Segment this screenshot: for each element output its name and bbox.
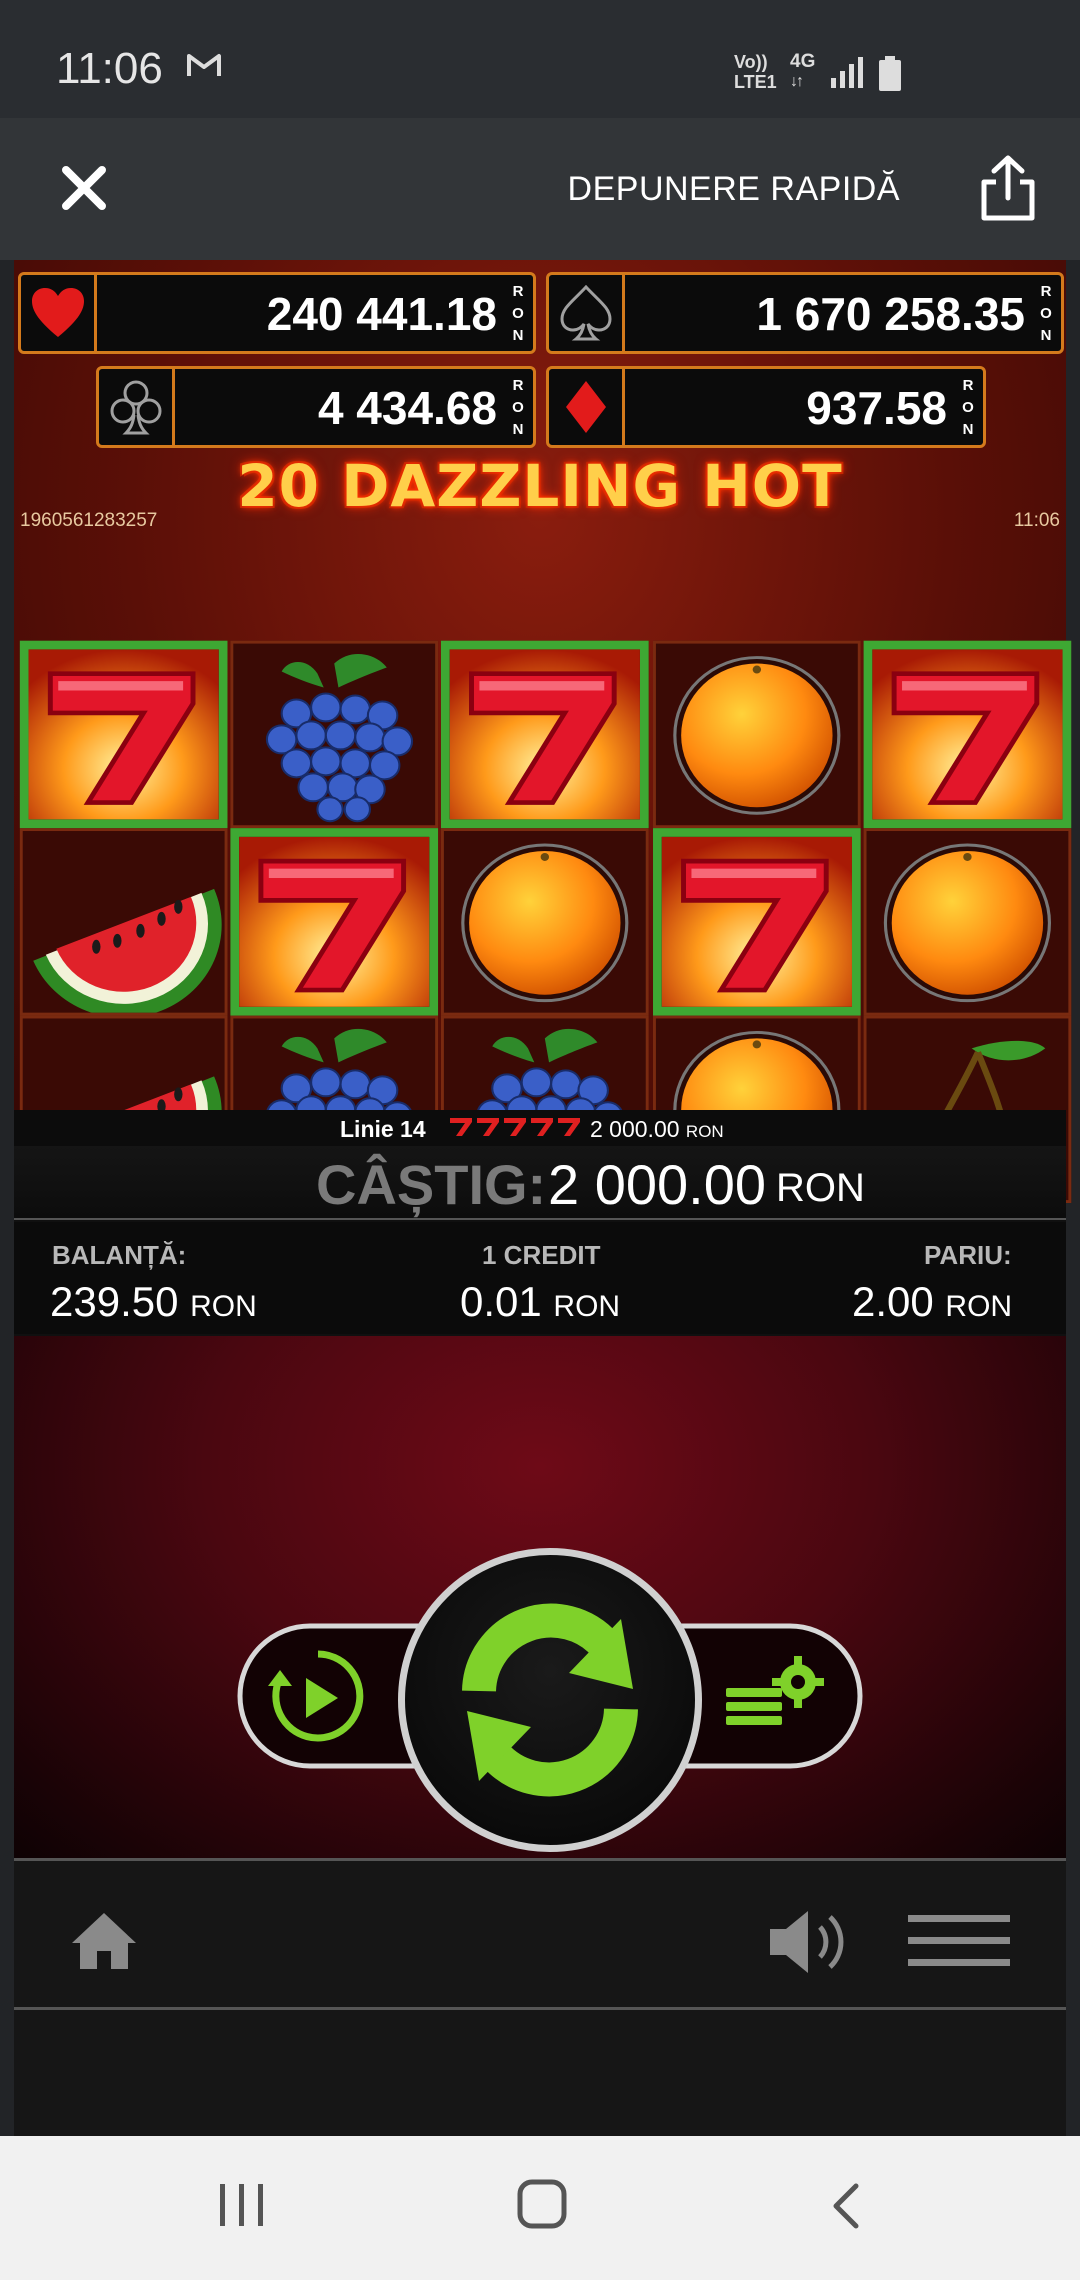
bet-label: PARIU: — [924, 1240, 1012, 1270]
autoplay-icon[interactable] — [266, 1646, 370, 1746]
sound-icon[interactable] — [768, 1907, 848, 1977]
share-icon[interactable] — [976, 154, 1040, 222]
balance-amount: 239.50 — [50, 1278, 179, 1325]
balance-label: BALANȚĂ: — [52, 1240, 187, 1270]
home-icon[interactable] — [516, 2178, 568, 2230]
bet-value: 2.00 RON — [852, 1278, 1012, 1326]
win-amount: 2 000.00 — [548, 1153, 766, 1216]
credit-currency: RON — [553, 1290, 621, 1323]
signal-icon — [831, 57, 863, 88]
reel-cell-seven — [230, 828, 439, 1016]
credit-value: 0.01 RON — [460, 1278, 620, 1326]
reel-cell-seven — [440, 640, 649, 829]
balance-currency: RON — [190, 1290, 257, 1323]
spin-icon — [462, 1603, 638, 1797]
winning-line-label: Linie 14 — [340, 1116, 426, 1142]
reel-cell-seven — [19, 640, 228, 829]
reel-cell-seven — [863, 640, 1072, 829]
status-time: 11:06 — [56, 44, 163, 93]
seven-icon — [239, 836, 430, 1007]
seven-icon — [28, 649, 219, 820]
gmail-icon — [187, 54, 221, 76]
credit-label: 1 CREDIT — [482, 1240, 601, 1270]
lte-label: LTE1 — [734, 72, 777, 92]
stats-bar: BALANȚĂ: 239.50 RON 1 CREDIT 0.01 RON PA… — [14, 1222, 1066, 1334]
recents-icon[interactable] — [218, 2182, 266, 2228]
close-icon[interactable] — [58, 162, 110, 214]
bet-settings-icon[interactable] — [724, 1654, 824, 1740]
balance-value: 239.50 RON — [50, 1278, 257, 1326]
credit-amount: 0.01 — [460, 1278, 542, 1325]
reel-cell-orange — [653, 640, 861, 829]
reel-cell-orange — [863, 828, 1072, 1016]
home-icon[interactable] — [70, 1911, 138, 1971]
battery-icon — [879, 56, 901, 91]
winning-line-value: 2 000.00 RON — [590, 1116, 724, 1143]
quick-deposit-button[interactable]: DEPUNERE RAPIDĂ — [568, 170, 900, 209]
status-bar: 11:06 Vo)) LTE1 4G ↓↑ — [0, 0, 1080, 118]
orange-icon — [461, 843, 629, 1003]
reel-cell-grapes — [230, 640, 439, 829]
network-type-label: 4G — [790, 51, 816, 72]
sevens-icon — [450, 1118, 580, 1136]
seven-icon — [661, 836, 852, 1007]
grapes-icon — [265, 654, 414, 823]
bet-amount: 2.00 — [852, 1278, 934, 1325]
spin-button[interactable] — [398, 1548, 702, 1852]
orange-icon — [883, 843, 1052, 1003]
menu-icon[interactable] — [908, 1913, 1010, 1969]
system-navigation-bar — [0, 2136, 1080, 2280]
winning-line-info: Linie 14 2 000.00 RON — [14, 1110, 1066, 1146]
seven-icon — [449, 649, 640, 820]
win-label: CÂȘTIG: — [316, 1153, 547, 1216]
data-arrows-icon: ↓↑ — [790, 73, 804, 90]
controls-panel — [14, 1336, 1066, 1858]
bottom-bar — [14, 1858, 1066, 2010]
orange-icon — [673, 656, 841, 815]
volte-icon: Vo)) LTE1 — [734, 52, 777, 92]
back-icon[interactable] — [828, 2182, 862, 2230]
slot-game: 240 441.18 RON 1 670 258.35 RON 4 434.68… — [14, 260, 1072, 1858]
seven-icon — [872, 649, 1063, 820]
winning-line-amount: 2 000.00 — [590, 1116, 680, 1142]
winning-line-currency: RON — [685, 1122, 724, 1141]
win-display: CÂȘTIG: 2 000.00 RON — [14, 1146, 1066, 1220]
reel-cell-seven — [653, 828, 861, 1016]
page-footer-space — [14, 2010, 1066, 2136]
top-bar: DEPUNERE RAPIDĂ — [0, 118, 1080, 260]
bet-currency: RON — [945, 1290, 1013, 1323]
reel-cell-orange — [440, 828, 649, 1016]
watermelon-icon — [33, 888, 222, 1013]
reel-cell-watermelon — [19, 828, 228, 1016]
volte-label: Vo)) — [734, 52, 768, 72]
jackpot-and-reels-area: 240 441.18 RON 1 670 258.35 RON 4 434.68… — [14, 260, 1072, 1203]
win-currency: RON — [776, 1166, 865, 1210]
network-type-icon: 4G ↓↑ — [790, 52, 815, 92]
